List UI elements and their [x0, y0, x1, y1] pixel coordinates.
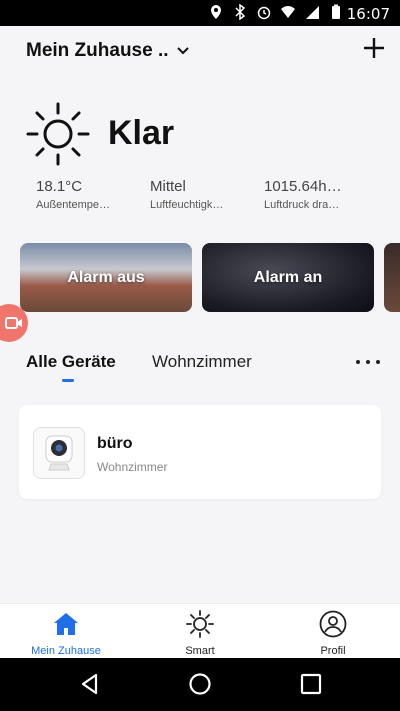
bluetooth-icon — [232, 3, 248, 21]
tab-home[interactable]: Mein Zuhause — [16, 610, 116, 657]
more-dot-icon — [366, 360, 370, 364]
sun-icon — [186, 610, 214, 638]
video-camera-icon — [5, 317, 22, 329]
scene-alarm-on-card[interactable]: Alarm an — [202, 243, 374, 312]
tab-profile[interactable]: Profil — [283, 610, 383, 657]
add-button[interactable] — [362, 36, 386, 60]
recents-icon[interactable] — [299, 672, 323, 696]
pressure-label: Luftdruck dra… — [264, 199, 340, 211]
tab-all-devices[interactable]: Alle Geräte — [26, 352, 116, 372]
tab-home-label: Mein Zuhause — [31, 645, 101, 657]
more-dot-icon — [376, 360, 380, 364]
humidity-label: Luftfeuchtigk… — [150, 199, 224, 211]
more-dot-icon — [356, 360, 360, 364]
scene-card-partial[interactable] — [384, 243, 400, 312]
weather-stat-humidity: Mittel Luftfeuchtigk… — [150, 178, 260, 211]
user-icon — [319, 610, 347, 638]
scene-alarm-off-label: Alarm aus — [67, 268, 145, 286]
humidity-value: Mittel — [150, 178, 186, 195]
tab-indicator — [62, 379, 74, 382]
location-icon — [208, 4, 224, 20]
status-icons — [208, 3, 344, 21]
weather-stat-pressure: 1015.64h… Luftdruck dra… — [264, 178, 374, 211]
device-name: büro — [97, 435, 133, 452]
home-circle-icon[interactable] — [188, 672, 212, 696]
weather-stat-temperature: 18.1°C Außentempe… — [36, 178, 146, 211]
tab-living-room[interactable]: Wohnzimmer — [152, 352, 252, 372]
battery-icon — [328, 4, 344, 20]
chevron-down-icon — [176, 47, 189, 55]
scene-alarm-off-card[interactable]: Alarm aus — [20, 243, 192, 312]
weather-condition: Klar — [108, 114, 175, 152]
system-navigation-bar — [0, 658, 400, 711]
sun-icon — [26, 102, 90, 166]
device-card[interactable]: büro Wohnzimmer — [19, 405, 381, 499]
tab-profile-label: Profil — [320, 645, 346, 657]
signal-icon — [304, 4, 320, 20]
more-options-button[interactable] — [356, 356, 380, 368]
scene-alarm-on-label: Alarm an — [253, 268, 323, 286]
temperature-value: 18.1°C — [36, 178, 83, 195]
alarm-clock-icon — [256, 4, 272, 20]
bottom-tab-bar: Mein Zuhause Smart Profil — [0, 603, 400, 658]
device-thumbnail — [33, 427, 85, 479]
weather-panel[interactable]: Klar 18.1°C Außentempe… Mittel Luftfeuch… — [0, 96, 400, 226]
room-tabs: Alle Geräte Wohnzimmer — [0, 350, 400, 390]
home-icon — [54, 613, 78, 635]
status-bar: 16:07 — [0, 0, 400, 26]
wifi-icon — [280, 4, 296, 20]
security-camera-icon — [45, 435, 73, 471]
home-name: Mein Zuhause .. — [26, 40, 169, 61]
device-room: Wohnzimmer — [97, 460, 168, 474]
pressure-value: 1015.64h… — [264, 178, 342, 195]
tab-smart[interactable]: Smart — [150, 610, 250, 657]
plus-icon — [364, 38, 384, 58]
tab-smart-label: Smart — [185, 645, 215, 657]
home-selector[interactable]: Mein Zuhause .. — [26, 40, 189, 62]
back-icon[interactable] — [78, 672, 102, 696]
temperature-label: Außentempe… — [36, 199, 110, 211]
header: Mein Zuhause .. — [0, 26, 400, 82]
clock: 16:07 — [346, 5, 390, 23]
